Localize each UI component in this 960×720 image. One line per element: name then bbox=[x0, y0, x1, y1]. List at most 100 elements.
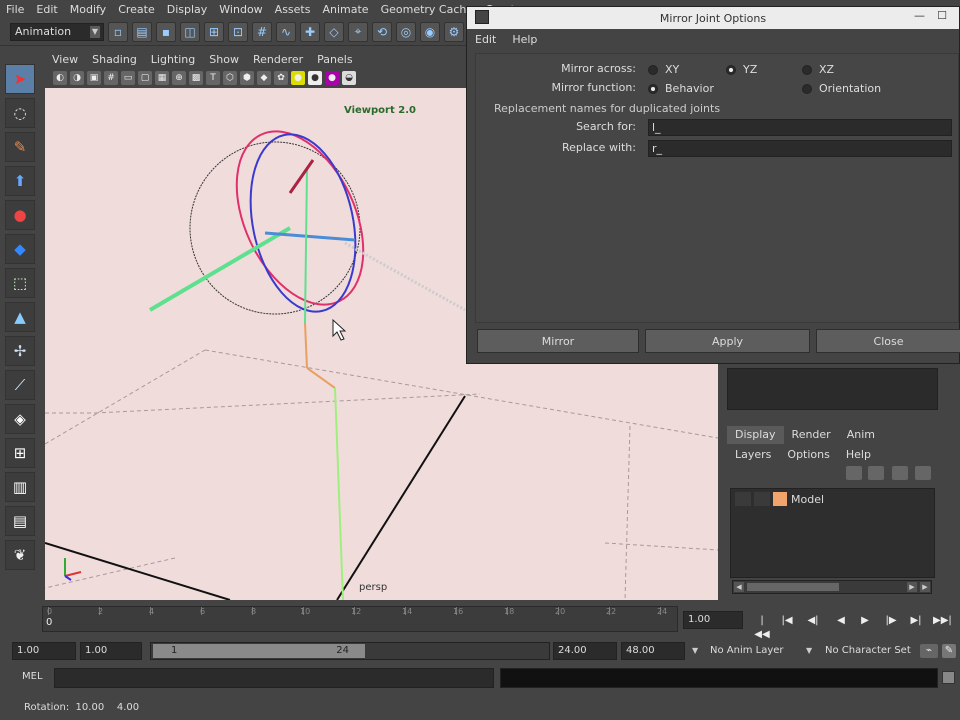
play-forwards-icon[interactable]: ▶ bbox=[856, 614, 874, 628]
lasso-tool-icon[interactable]: ◌ bbox=[5, 98, 35, 128]
panel-menu-show[interactable]: Show bbox=[202, 53, 246, 66]
select-hierarchy-icon[interactable]: ◫ bbox=[180, 21, 200, 42]
layer-menu-options[interactable]: Options bbox=[779, 448, 837, 461]
playback-start-field[interactable]: 1.00 bbox=[80, 642, 142, 660]
layer-scrollbar[interactable]: ◀ ▶ ▶ bbox=[732, 580, 932, 594]
single-perspective-layout-icon[interactable]: ◈ bbox=[5, 404, 35, 434]
playback-end-field[interactable]: 24.00 bbox=[553, 642, 617, 660]
dialog-title-bar[interactable]: Mirror Joint Options — ☐ bbox=[467, 7, 959, 29]
go-to-end-icon[interactable]: ▶▶| bbox=[933, 614, 952, 628]
move-tool-icon[interactable]: ⬆ bbox=[5, 166, 35, 196]
apply-button[interactable]: Apply bbox=[645, 329, 810, 353]
layer-display-type-toggle[interactable] bbox=[754, 492, 770, 506]
film-gate-icon[interactable]: ▭ bbox=[121, 71, 135, 85]
safe-title-icon[interactable]: T bbox=[206, 71, 220, 85]
select-tool-icon[interactable]: ➤ bbox=[5, 64, 35, 94]
panel-menu-renderer[interactable]: Renderer bbox=[246, 53, 310, 66]
wireframe-on-shaded-icon[interactable]: ◆ bbox=[257, 71, 271, 85]
current-time-field[interactable]: 1.00 bbox=[683, 611, 743, 629]
select-object-icon[interactable]: ⊞ bbox=[204, 21, 224, 42]
perspective-outliner-layout-icon[interactable]: ▥ bbox=[5, 472, 35, 502]
character-set-dropdown[interactable]: No Character Set bbox=[825, 642, 911, 660]
script-editor-icon[interactable] bbox=[942, 671, 955, 684]
tab-render[interactable]: Render bbox=[784, 426, 839, 444]
new-scene-icon[interactable]: ▫ bbox=[108, 21, 128, 42]
layer-row[interactable]: Model bbox=[735, 491, 824, 507]
joint-tool-icon[interactable]: ✢ bbox=[5, 336, 35, 366]
scale-tool-icon[interactable]: ◆ bbox=[5, 234, 35, 264]
move-layer-up-icon[interactable] bbox=[846, 466, 862, 480]
step-back-frame-icon[interactable]: |◀ bbox=[778, 614, 796, 628]
command-language-label[interactable]: MEL bbox=[22, 671, 43, 682]
field-chart-icon[interactable]: ⊕ bbox=[172, 71, 186, 85]
play-backwards-icon[interactable]: ◀ bbox=[832, 614, 850, 628]
panel-menu-view[interactable]: View bbox=[45, 53, 85, 66]
animation-preferences-icon[interactable]: ✎ bbox=[942, 644, 956, 658]
use-all-lights-icon[interactable]: ● bbox=[291, 71, 305, 85]
replace-with-input[interactable]: r_ bbox=[648, 140, 952, 157]
menu-create[interactable]: Create bbox=[112, 3, 161, 16]
camera-attributes-icon[interactable]: ◐ bbox=[53, 71, 67, 85]
smooth-shade-icon[interactable]: ⬢ bbox=[240, 71, 254, 85]
paint-select-tool-icon[interactable]: ✎ bbox=[5, 132, 35, 162]
layer-color-swatch[interactable] bbox=[773, 492, 787, 506]
panel-menu-panels[interactable]: Panels bbox=[310, 53, 359, 66]
close-button[interactable]: Close bbox=[816, 329, 960, 353]
dialog-menu-edit[interactable]: Edit bbox=[467, 33, 504, 46]
tab-display[interactable]: Display bbox=[727, 426, 784, 444]
snap-point-icon[interactable]: ✚ bbox=[300, 21, 320, 42]
image-plane-icon[interactable]: ▣ bbox=[87, 71, 101, 85]
open-scene-icon[interactable]: ▤ bbox=[132, 21, 152, 42]
menu-window[interactable]: Window bbox=[213, 3, 268, 16]
isolate-select-icon[interactable]: ◒ bbox=[342, 71, 356, 85]
rotate-tool-icon[interactable]: ● bbox=[5, 200, 35, 230]
start-time-field[interactable]: 1.00 bbox=[12, 642, 76, 660]
save-scene-icon[interactable]: ▪ bbox=[156, 21, 176, 42]
snap-grid-icon[interactable]: # bbox=[252, 21, 272, 42]
select-component-icon[interactable]: ⊡ bbox=[228, 21, 248, 42]
hypershade-layout-icon[interactable]: ❦ bbox=[5, 540, 35, 570]
character-set-dropdown-icon[interactable]: ▼ bbox=[806, 644, 816, 658]
grid-toggle-icon[interactable]: # bbox=[104, 71, 118, 85]
step-back-key-icon[interactable]: ◀| bbox=[804, 614, 822, 628]
mirror-across-xy-radio[interactable]: XY bbox=[648, 63, 679, 76]
mirror-button[interactable]: Mirror bbox=[477, 329, 639, 353]
bookmark-icon[interactable]: ◑ bbox=[70, 71, 84, 85]
menu-set-dropdown[interactable]: Animation ▼ bbox=[10, 22, 104, 41]
move-layer-down-icon[interactable] bbox=[868, 466, 884, 480]
mirror-across-yz-radio[interactable]: YZ bbox=[726, 63, 757, 76]
step-forward-key-icon[interactable]: |▶ bbox=[882, 614, 900, 628]
auto-key-icon[interactable]: ⌁ bbox=[920, 644, 938, 658]
scroll-right-icon[interactable]: ▶ bbox=[907, 582, 917, 592]
new-empty-layer-icon[interactable] bbox=[892, 466, 908, 480]
minimize-icon[interactable]: — bbox=[914, 9, 925, 22]
shadows-icon[interactable]: ● bbox=[308, 71, 322, 85]
range-slider[interactable]: 1 24 bbox=[150, 642, 550, 660]
anim-layer-dropdown[interactable]: No Anim Layer bbox=[710, 642, 784, 660]
end-time-field[interactable]: 48.00 bbox=[621, 642, 685, 660]
mirror-function-behavior-radio[interactable]: Behavior bbox=[648, 82, 714, 95]
ambient-occlusion-icon[interactable]: ● bbox=[325, 71, 339, 85]
tab-anim[interactable]: Anim bbox=[839, 426, 883, 444]
menu-animate[interactable]: Animate bbox=[316, 3, 374, 16]
command-line-input[interactable] bbox=[54, 668, 494, 688]
scroll-right-end-icon[interactable]: ▶ bbox=[920, 582, 930, 592]
step-forward-frame-icon[interactable]: ▶| bbox=[907, 614, 925, 628]
scroll-thumb[interactable] bbox=[747, 583, 839, 591]
menu-geometry-cache[interactable]: Geometry Cache bbox=[375, 3, 480, 16]
textured-icon[interactable]: ✿ bbox=[274, 71, 288, 85]
layer-menu-layers[interactable]: Layers bbox=[727, 448, 779, 461]
render-settings-icon[interactable]: ⚙ bbox=[444, 21, 464, 42]
ik-handle-tool-icon[interactable]: ⟋ bbox=[5, 370, 35, 400]
menu-file[interactable]: File bbox=[0, 3, 30, 16]
time-slider[interactable]: 0 2 4 6 8 10 12 14 16 18 20 22 24 0 bbox=[42, 606, 678, 632]
maximize-icon[interactable]: ☐ bbox=[937, 9, 947, 22]
panel-menu-shading[interactable]: Shading bbox=[85, 53, 144, 66]
snap-view-plane-icon[interactable]: ◇ bbox=[324, 21, 344, 42]
perspective-graph-layout-icon[interactable]: ▤ bbox=[5, 506, 35, 536]
menu-display[interactable]: Display bbox=[161, 3, 214, 16]
ipr-render-icon[interactable]: ◉ bbox=[420, 21, 440, 42]
scroll-left-icon[interactable]: ◀ bbox=[734, 582, 744, 592]
safe-action-icon[interactable]: ▩ bbox=[189, 71, 203, 85]
resolution-gate-icon[interactable]: ▢ bbox=[138, 71, 152, 85]
